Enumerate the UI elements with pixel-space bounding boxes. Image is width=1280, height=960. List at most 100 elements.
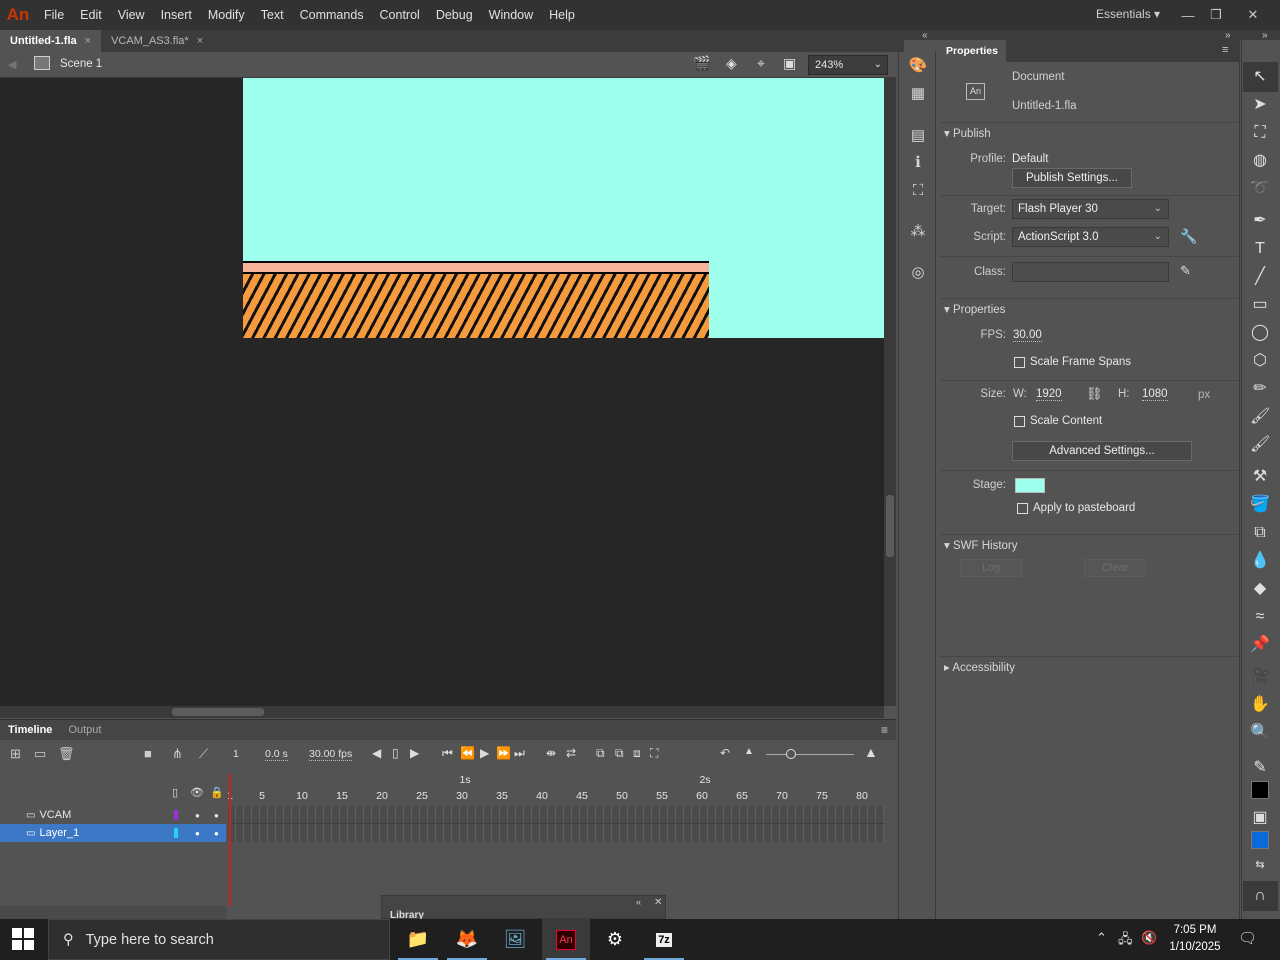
paint-bucket-tool-icon[interactable]: 🪣 — [1250, 495, 1270, 515]
tab-output[interactable]: Output — [60, 724, 109, 736]
selection-tool-icon[interactable]: ↖ — [1250, 67, 1270, 87]
width-tool-icon[interactable]: ≈ — [1250, 607, 1270, 627]
zoom-in-icon[interactable]: ▲ — [864, 744, 878, 760]
lasso-tool-icon[interactable]: ➰ — [1250, 179, 1270, 199]
onion-outline-icon[interactable]: ⧉ — [615, 746, 624, 761]
volume-muted-icon[interactable]: 🔇 — [1141, 930, 1157, 946]
doc-tab-untitled[interactable]: Untitled-1.fla × — [0, 30, 102, 52]
camera-tool-icon[interactable]: 🎥 — [1250, 667, 1270, 687]
minimize-icon[interactable]: — — [1173, 0, 1203, 30]
class-input[interactable] — [1012, 262, 1169, 282]
scale-frame-spans-checkbox[interactable] — [1014, 357, 1025, 368]
prev-keyframe-icon[interactable]: ◀ — [372, 746, 381, 760]
vertical-scrollbar[interactable] — [884, 78, 896, 706]
hand-tool-icon[interactable]: ✋ — [1250, 695, 1270, 715]
free-transform-tool-icon[interactable]: ⛶ — [1250, 123, 1270, 143]
menu-help[interactable]: Help — [541, 0, 583, 30]
snap-magnet-icon[interactable]: ∩ — [1250, 886, 1270, 906]
next-keyframe-icon[interactable]: ▶ — [410, 746, 419, 760]
height-value[interactable]: 1080 — [1142, 388, 1168, 401]
visibility-dot[interactable]: ● — [195, 829, 200, 838]
clip-content-icon[interactable]: ▣ — [783, 55, 796, 72]
align-icon[interactable]: ▤ — [908, 126, 928, 146]
first-frame-icon[interactable]: ⏮ — [442, 746, 453, 761]
collapse-left-icon[interactable]: « — [922, 30, 928, 41]
elapsed-time[interactable]: 0.0 s — [265, 748, 288, 761]
workspace-switcher[interactable]: Essentials ▾ — [1096, 0, 1160, 30]
properties-section-header[interactable]: ▾ Properties — [944, 302, 1005, 316]
width-value[interactable]: 1920 — [1036, 388, 1062, 401]
undo-icon[interactable]: ↶ — [720, 746, 730, 760]
script-select[interactable]: ActionScript 3.0 ⌄ — [1012, 227, 1169, 247]
stroke-color-swatch[interactable] — [1251, 781, 1269, 799]
menu-insert[interactable]: Insert — [153, 0, 200, 30]
tab-timeline[interactable]: Timeline — [0, 724, 60, 736]
settings-icon[interactable]: ⚙ — [591, 919, 639, 960]
frames-grid[interactable] — [228, 806, 884, 842]
timeline-fps[interactable]: 30.00 fps — [309, 748, 353, 761]
highlight-icon[interactable]: ▯ — [172, 786, 178, 799]
layer-parent-icon[interactable]: ⋔ — [172, 746, 183, 762]
library-panel[interactable]: Library « ✕ — [381, 895, 666, 921]
timeline-zoom-handle[interactable] — [786, 749, 796, 759]
text-tool-icon[interactable]: T — [1250, 239, 1270, 259]
windows-start-icon[interactable] — [12, 928, 34, 950]
restore-icon[interactable]: ❐ — [1201, 0, 1231, 30]
target-select[interactable]: Flash Player 30 ⌄ — [1012, 199, 1169, 219]
oval-tool-icon[interactable]: ◯ — [1250, 323, 1270, 343]
menu-window[interactable]: Window — [481, 0, 541, 30]
rectangle-tool-icon[interactable]: ▭ — [1250, 295, 1270, 315]
visibility-dot[interactable]: ● — [195, 811, 200, 820]
swatches-icon[interactable]: ▦ — [908, 84, 928, 104]
3d-rotation-tool-icon[interactable]: ◍ — [1250, 151, 1270, 171]
loop-icon[interactable]: ⇄ — [566, 746, 576, 760]
last-frame-icon[interactable]: ⏭ — [514, 746, 525, 761]
edit-symbol-icon[interactable]: ◈ — [726, 55, 737, 72]
edit-scene-icon[interactable]: 🎬 — [693, 55, 710, 72]
menu-view[interactable]: View — [110, 0, 153, 30]
lock-dot[interactable]: ● — [214, 829, 219, 838]
graph-icon[interactable]: ⟋ — [199, 746, 208, 762]
brush-tool-icon[interactable]: 🖌 — [1250, 435, 1270, 455]
line-tool-icon[interactable]: ╱ — [1250, 267, 1270, 287]
layer-row-vcam[interactable]: ▭ VCAM ● ● — [0, 806, 226, 824]
swap-colors-icon[interactable]: ⇆ — [1250, 855, 1270, 875]
tab-properties[interactable]: Properties — [938, 40, 1006, 62]
close-tab-icon[interactable]: × — [197, 35, 203, 47]
ground-pattern[interactable] — [243, 274, 709, 338]
paint-brush-tool-icon[interactable]: 🖌 — [1250, 407, 1270, 427]
center-stage-icon[interactable]: ⌖ — [757, 55, 765, 72]
menu-text[interactable]: Text — [253, 0, 292, 30]
lock-icon[interactable]: 🔒 — [210, 786, 224, 799]
menu-debug[interactable]: Debug — [428, 0, 481, 30]
notifications-icon[interactable]: 🗨 — [1238, 929, 1257, 947]
step-forward-icon[interactable]: ⏩ — [496, 746, 511, 760]
timeline-hscroll[interactable] — [0, 906, 226, 919]
swf-history-section-header[interactable]: ▾ SWF History — [944, 538, 1018, 552]
assets-icon[interactable]: ◎ — [908, 263, 928, 283]
ink-bottle-tool-icon[interactable]: ⧉ — [1250, 523, 1270, 543]
stroke-color-icon[interactable]: ✎ — [1250, 758, 1270, 778]
file-explorer-icon[interactable]: 📁 — [394, 919, 442, 960]
firefox-icon[interactable]: 🦊 — [443, 919, 491, 960]
timeline-zoom-slider[interactable] — [766, 754, 854, 755]
panel-menu-icon[interactable]: ≡ — [1222, 44, 1228, 56]
polystar-tool-icon[interactable]: ⬡ — [1250, 351, 1270, 371]
components-icon[interactable]: ⁂ — [908, 222, 928, 242]
layer-row-layer1[interactable]: ▭ Layer_1 ● ● — [0, 824, 226, 842]
taskbar-clock[interactable]: 7:05 PM 1/10/2025 — [1158, 922, 1232, 956]
bone-tool-icon[interactable]: ⚒ — [1250, 467, 1270, 487]
current-frame[interactable]: 1 — [233, 748, 239, 760]
center-frame-icon[interactable]: ⇼ — [546, 746, 556, 760]
fill-color-icon[interactable]: ▣ — [1250, 808, 1270, 828]
horizontal-scrollbar[interactable] — [0, 706, 884, 718]
eye-icon[interactable]: 👁 — [190, 786, 204, 799]
collapse-icon[interactable]: « — [636, 897, 641, 907]
zoom-out-icon[interactable]: ▲ — [744, 746, 754, 757]
subselection-tool-icon[interactable]: ➤ — [1250, 95, 1270, 115]
zoom-tool-icon[interactable]: 🔍 — [1250, 723, 1270, 743]
horizontal-scroll-thumb[interactable] — [172, 708, 264, 716]
wrench-icon[interactable]: 🔧 — [1180, 228, 1197, 245]
panel-menu-icon[interactable]: ≡ — [881, 723, 888, 737]
layer-color-swatch[interactable] — [174, 828, 178, 838]
